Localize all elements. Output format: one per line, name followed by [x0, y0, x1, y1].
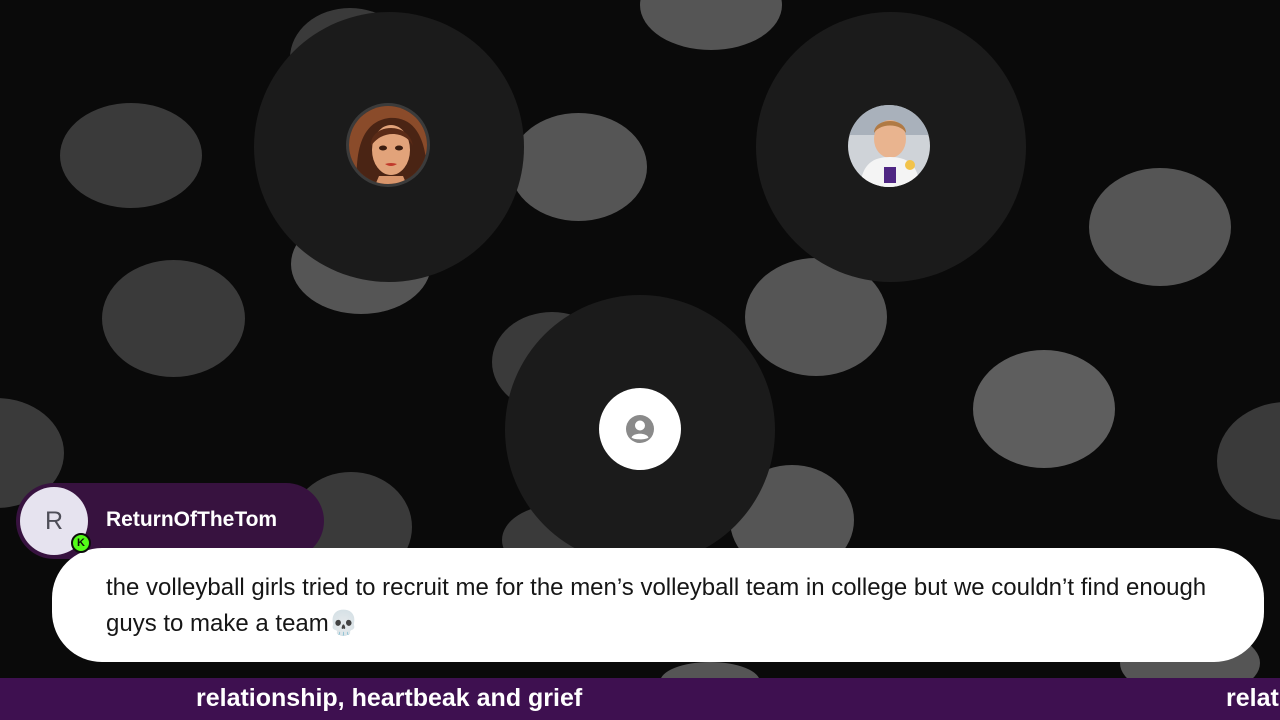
football-player-avatar-icon[interactable] — [848, 105, 930, 187]
chat-message-text: the volleyball girls tried to recruit me… — [106, 574, 1207, 637]
woman-avatar-icon[interactable] — [346, 103, 430, 187]
topic-ticker: relationship, heartbeak and grief relat — [0, 678, 1280, 720]
avatar-initial: R — [44, 506, 64, 535]
background-blob — [973, 350, 1115, 468]
background-blob — [1089, 168, 1231, 286]
stream-overlay: the volleyball girls tried to recruit me… — [0, 0, 1280, 720]
background-blob — [102, 260, 245, 377]
user-circle-icon — [626, 415, 654, 443]
background-blob — [510, 113, 647, 221]
background-blob — [1217, 402, 1280, 520]
chat-message-bubble: the volleyball girls tried to recruit me… — [52, 548, 1264, 662]
background-blob — [60, 103, 202, 208]
ticker-text-repeat: relat — [1226, 684, 1279, 712]
background-blob — [640, 0, 782, 50]
kick-badge-icon: K — [71, 533, 91, 553]
chat-username: ReturnOfTheTom — [106, 508, 278, 531]
ticker-text: relationship, heartbeak and grief — [196, 684, 583, 712]
kick-badge-label: K — [77, 537, 85, 549]
user-placeholder-avatar[interactable] — [599, 388, 681, 470]
